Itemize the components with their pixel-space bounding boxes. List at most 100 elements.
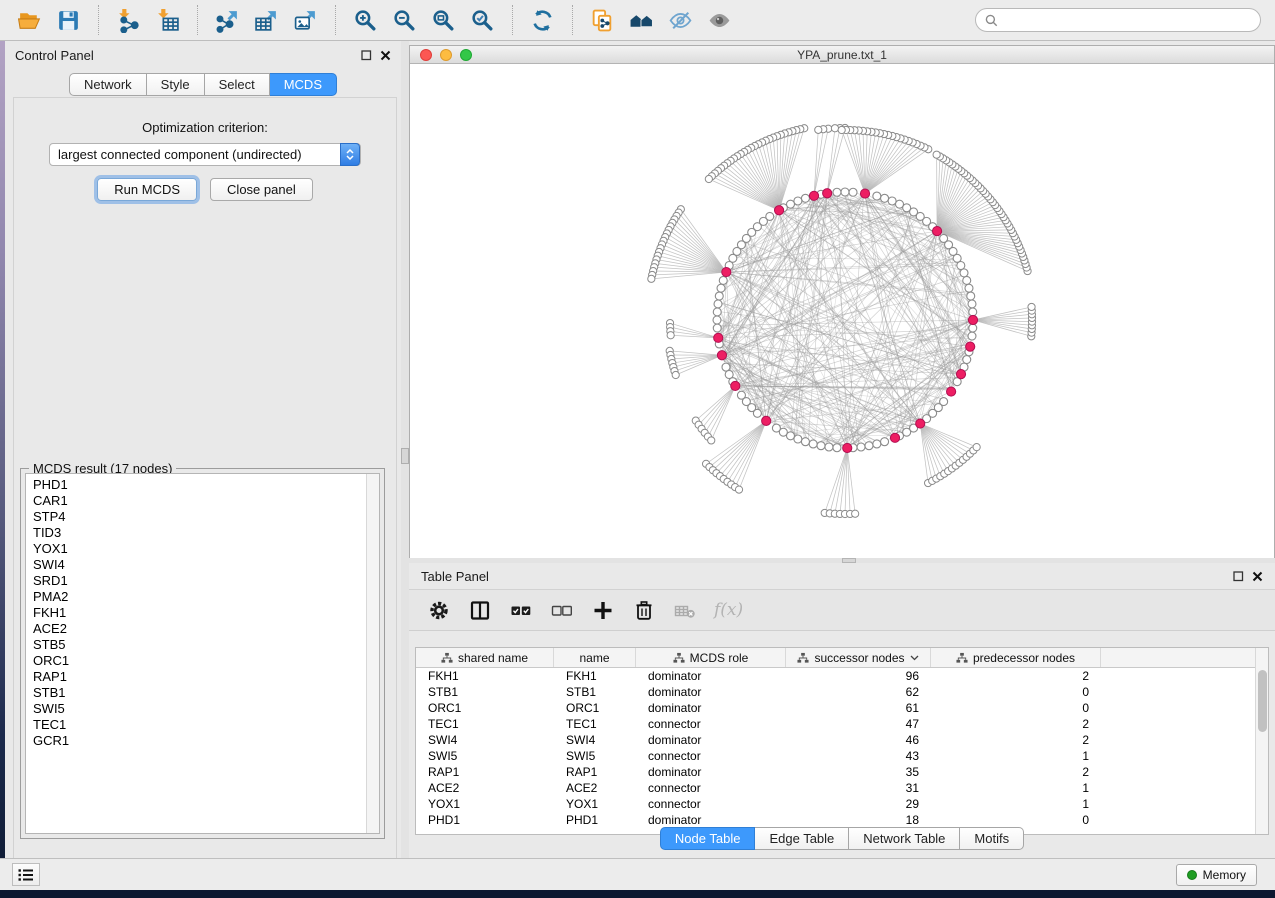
- mcds-hub-node[interactable]: [714, 333, 723, 342]
- mcds-result-item[interactable]: STB1: [26, 685, 379, 701]
- mcds-result-item[interactable]: STB5: [26, 637, 379, 653]
- cell-name[interactable]: FKH1: [554, 668, 636, 684]
- zoom-in-icon[interactable]: [352, 7, 379, 34]
- mcds-hub-node[interactable]: [717, 351, 726, 360]
- tab-select[interactable]: Select: [205, 73, 270, 96]
- mcds-hub-node[interactable]: [947, 387, 956, 396]
- cell-mcds_role[interactable]: connector: [636, 780, 786, 796]
- mcds-hub-node[interactable]: [968, 315, 977, 324]
- mcds-hub-node[interactable]: [860, 189, 869, 198]
- mcds-list-scrollbar[interactable]: [366, 474, 379, 833]
- mcds-hub-node[interactable]: [956, 369, 965, 378]
- memory-button[interactable]: Memory: [1176, 864, 1257, 886]
- cell-shared_name[interactable]: ACE2: [416, 780, 554, 796]
- select-all-icon[interactable]: [509, 598, 533, 622]
- cell-name[interactable]: STB1: [554, 684, 636, 700]
- cell-successor_nodes[interactable]: 29: [786, 796, 931, 812]
- mcds-result-item[interactable]: TID3: [26, 525, 379, 541]
- mcds-result-item[interactable]: ORC1: [26, 653, 379, 669]
- export-table-icon[interactable]: [253, 7, 280, 34]
- mcds-result-item[interactable]: PMA2: [26, 589, 379, 605]
- splitter-handle[interactable]: [401, 448, 409, 464]
- mcds-hub-node[interactable]: [916, 419, 925, 428]
- table-row[interactable]: TEC1TEC1connector472: [416, 716, 1268, 732]
- close-panel-icon[interactable]: [380, 50, 391, 61]
- column-header-name[interactable]: name: [554, 648, 636, 667]
- cell-mcds_role[interactable]: dominator: [636, 700, 786, 716]
- network-overview-icon[interactable]: [628, 7, 655, 34]
- cell-name[interactable]: ORC1: [554, 700, 636, 716]
- mcds-hub-node[interactable]: [809, 191, 818, 200]
- zoom-selected-icon[interactable]: [469, 7, 496, 34]
- mcds-hub-node[interactable]: [932, 226, 941, 235]
- cell-name[interactable]: TEC1: [554, 716, 636, 732]
- cell-name[interactable]: RAP1: [554, 764, 636, 780]
- cell-successor_nodes[interactable]: 35: [786, 764, 931, 780]
- save-session-icon[interactable]: [55, 7, 82, 34]
- cell-successor_nodes[interactable]: 18: [786, 812, 931, 828]
- mcds-hub-node[interactable]: [890, 433, 899, 442]
- cell-shared_name[interactable]: SWI4: [416, 732, 554, 748]
- settings-gear-icon[interactable]: [427, 598, 451, 622]
- table-row[interactable]: ACE2ACE2connector311: [416, 780, 1268, 796]
- cell-shared_name[interactable]: FKH1: [416, 668, 554, 684]
- table-row[interactable]: FKH1FKH1dominator962: [416, 668, 1268, 684]
- duplicate-network-icon[interactable]: [589, 7, 616, 34]
- cell-shared_name[interactable]: STB1: [416, 684, 554, 700]
- cell-successor_nodes[interactable]: 96: [786, 668, 931, 684]
- column-header-successor-nodes[interactable]: successor nodes: [786, 648, 931, 667]
- cell-shared_name[interactable]: YOX1: [416, 796, 554, 812]
- cell-shared_name[interactable]: RAP1: [416, 764, 554, 780]
- table-row[interactable]: PHD1PHD1dominator180: [416, 812, 1268, 828]
- mcds-hub-node[interactable]: [762, 416, 771, 425]
- mcds-hub-node[interactable]: [774, 206, 783, 215]
- mcds-hub-node[interactable]: [731, 381, 740, 390]
- table-row[interactable]: SWI4SWI4dominator462: [416, 732, 1268, 748]
- tab-edge-table[interactable]: Edge Table: [755, 827, 849, 850]
- mcds-result-item[interactable]: ACE2: [26, 621, 379, 637]
- cell-shared_name[interactable]: PHD1: [416, 812, 554, 828]
- mcds-result-item[interactable]: FKH1: [26, 605, 379, 621]
- cell-name[interactable]: SWI4: [554, 732, 636, 748]
- mcds-result-item[interactable]: PHD1: [26, 474, 379, 493]
- table-row[interactable]: ORC1ORC1dominator610: [416, 700, 1268, 716]
- column-header-shared-name[interactable]: shared name: [416, 648, 554, 667]
- mcds-result-item[interactable]: STP4: [26, 509, 379, 525]
- close-panel-icon[interactable]: [1252, 571, 1263, 582]
- mcds-hub-node[interactable]: [966, 342, 975, 351]
- mcds-result-item[interactable]: SWI5: [26, 701, 379, 717]
- cell-predecessor_nodes[interactable]: 1: [931, 748, 1101, 764]
- import-network-icon[interactable]: [115, 7, 142, 34]
- show-all-icon[interactable]: [706, 7, 733, 34]
- cell-mcds_role[interactable]: dominator: [636, 764, 786, 780]
- cell-shared_name[interactable]: SWI5: [416, 748, 554, 764]
- cell-mcds_role[interactable]: dominator: [636, 684, 786, 700]
- mcds-hub-node[interactable]: [823, 189, 832, 198]
- cell-predecessor_nodes[interactable]: 0: [931, 684, 1101, 700]
- cell-name[interactable]: ACE2: [554, 780, 636, 796]
- add-column-icon[interactable]: [591, 598, 615, 622]
- table-row[interactable]: RAP1RAP1dominator352: [416, 764, 1268, 780]
- tab-network-table[interactable]: Network Table: [849, 827, 960, 850]
- hide-selected-icon[interactable]: [667, 7, 694, 34]
- search-box[interactable]: [975, 8, 1261, 32]
- cell-name[interactable]: SWI5: [554, 748, 636, 764]
- cell-predecessor_nodes[interactable]: 1: [931, 796, 1101, 812]
- mcds-hub-node[interactable]: [722, 267, 731, 276]
- tab-node-table[interactable]: Node Table: [660, 827, 756, 850]
- tab-motifs[interactable]: Motifs: [960, 827, 1024, 850]
- open-file-icon[interactable]: [16, 7, 43, 34]
- cell-predecessor_nodes[interactable]: 2: [931, 764, 1101, 780]
- refresh-view-icon[interactable]: [529, 7, 556, 34]
- search-input[interactable]: [1004, 13, 1251, 27]
- cell-name[interactable]: PHD1: [554, 812, 636, 828]
- mcds-result-item[interactable]: YOX1: [26, 541, 379, 557]
- network-canvas[interactable]: [410, 64, 1274, 558]
- tab-mcds[interactable]: MCDS: [270, 73, 337, 96]
- cell-successor_nodes[interactable]: 43: [786, 748, 931, 764]
- column-header-predecessor-nodes[interactable]: predecessor nodes: [931, 648, 1101, 667]
- cell-successor_nodes[interactable]: 46: [786, 732, 931, 748]
- criterion-select[interactable]: largest connected component (undirected): [49, 143, 361, 166]
- cell-name[interactable]: YOX1: [554, 796, 636, 812]
- zoom-fit-icon[interactable]: [430, 7, 457, 34]
